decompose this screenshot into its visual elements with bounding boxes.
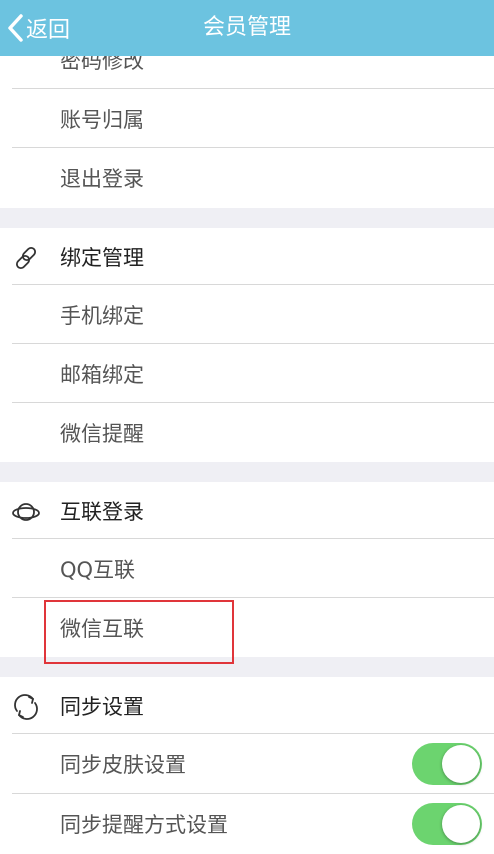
list-item-label: QQ互联: [60, 557, 136, 582]
list-item-email-binding[interactable]: 邮箱绑定: [0, 344, 494, 403]
sync-group: 同步设置 同步皮肤设置 同步提醒方式设置: [0, 677, 494, 854]
list-item-phone-binding[interactable]: 手机绑定: [0, 285, 494, 344]
section-header-connect-login: 互联登录: [0, 482, 494, 539]
list-item-label: 同步皮肤设置: [60, 753, 186, 777]
section-header-label: 绑定管理: [60, 245, 144, 270]
section-header-sync: 同步设置: [0, 677, 494, 734]
list-item-wechat-connect[interactable]: 微信互联: [0, 598, 494, 657]
toggle-knob: [442, 745, 480, 783]
sync-skin-toggle[interactable]: [412, 743, 482, 785]
list-item-qq-connect[interactable]: QQ互联: [0, 539, 494, 598]
link-icon: [10, 228, 42, 287]
list-item-sync-reminder: 同步提醒方式设置: [0, 794, 494, 854]
planet-icon: [10, 482, 42, 541]
section-header-label: 同步设置: [60, 694, 144, 719]
list-item-change-password[interactable]: 密码修改: [0, 56, 494, 89]
toggle-knob: [442, 805, 480, 843]
list-item-label: 微信提醒: [60, 421, 144, 446]
list-item-label: 微信互联: [60, 616, 144, 641]
section-header-binding: 绑定管理: [0, 228, 494, 285]
list-item-wechat-reminder[interactable]: 微信提醒: [0, 403, 494, 462]
list-item-account-ownership[interactable]: 账号归属: [0, 89, 494, 148]
sync-reminder-toggle[interactable]: [412, 803, 482, 845]
page-title: 会员管理: [202, 15, 291, 40]
section-header-label: 互联登录: [60, 499, 144, 524]
binding-group: 绑定管理 手机绑定 邮箱绑定 微信提醒: [0, 228, 494, 462]
account-group: 密码修改 账号归属 退出登录: [0, 56, 494, 208]
list-item-label: 账号归属: [60, 107, 144, 132]
list-item-label: 退出登录: [60, 166, 144, 191]
list-item-logout[interactable]: 退出登录: [0, 148, 494, 207]
connect-login-group: 互联登录 QQ互联 微信互联: [0, 482, 494, 657]
navigation-bar: 返回 会员管理: [0, 0, 494, 56]
settings-list[interactable]: 密码修改 账号归属 退出登录 绑定管理 手机绑定 邮箱绑定 微信提醒 互联登录 …: [0, 56, 494, 854]
list-item-label: 同步提醒方式设置: [60, 813, 228, 837]
sync-icon: [10, 677, 42, 736]
list-item-label: 密码修改: [60, 56, 144, 73]
list-item-label: 手机绑定: [60, 303, 144, 328]
list-item-label: 邮箱绑定: [60, 362, 144, 387]
list-item-sync-skin: 同步皮肤设置: [0, 734, 494, 794]
